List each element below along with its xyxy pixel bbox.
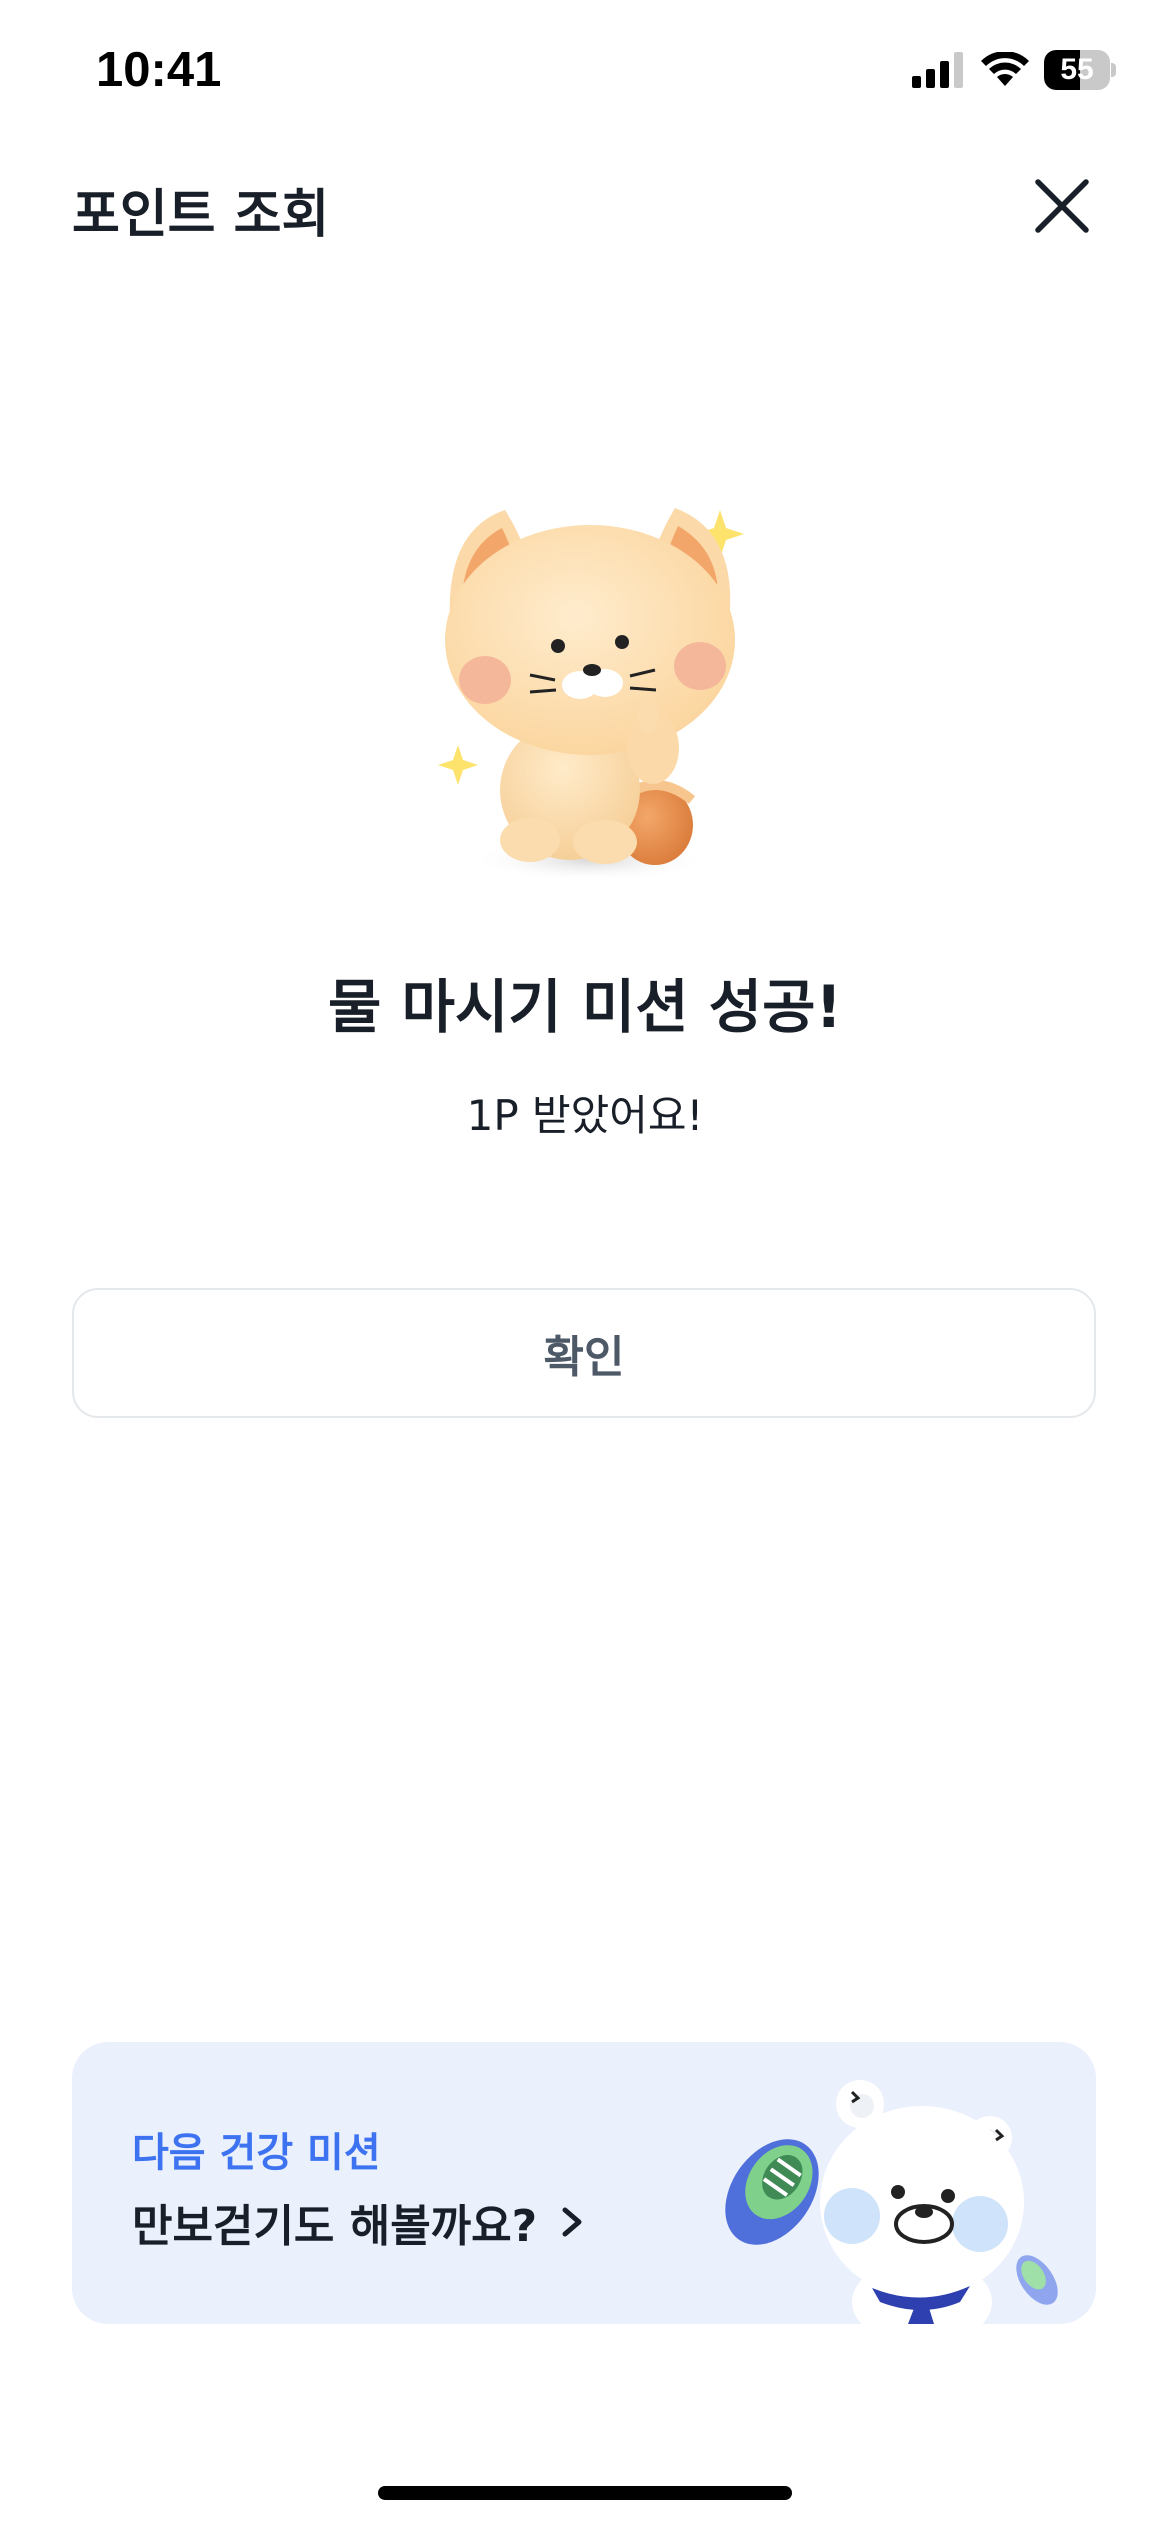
close-button[interactable] (1028, 172, 1096, 240)
wifi-icon (981, 52, 1029, 86)
home-indicator (378, 2486, 792, 2500)
battery-percent: 55 (1060, 53, 1094, 86)
status-icons: 55 (912, 50, 1116, 90)
close-icon (1035, 179, 1089, 233)
next-mission-card[interactable]: 다음 건강 미션 만보걷기도 해볼까요? (72, 2042, 1096, 2324)
next-mission-line: 만보걷기도 해볼까요? (132, 2190, 587, 2254)
battery-icon: 55 (1044, 50, 1116, 90)
cellular-signal-icon (912, 52, 963, 88)
result-subtitle: 1P 받았어요! (466, 1091, 704, 1140)
result-title: 물 마시기 미션 성공! (328, 973, 842, 1041)
bear-character-illustration (712, 2062, 1096, 2324)
battery-cap (1111, 63, 1116, 77)
cat-character-illustration (410, 470, 770, 890)
next-mission-title: 만보걷기도 해볼까요? (132, 2201, 538, 2252)
confirm-button[interactable]: 확인 (72, 1288, 1096, 1418)
chevron-right-icon (562, 2207, 582, 2237)
next-mission-caption: 다음 건강 미션 (132, 2130, 381, 2176)
status-time: 10:41 (96, 43, 222, 97)
status-bar: 10:41 55 (0, 0, 1170, 150)
page-title: 포인트 조회 (72, 185, 330, 245)
